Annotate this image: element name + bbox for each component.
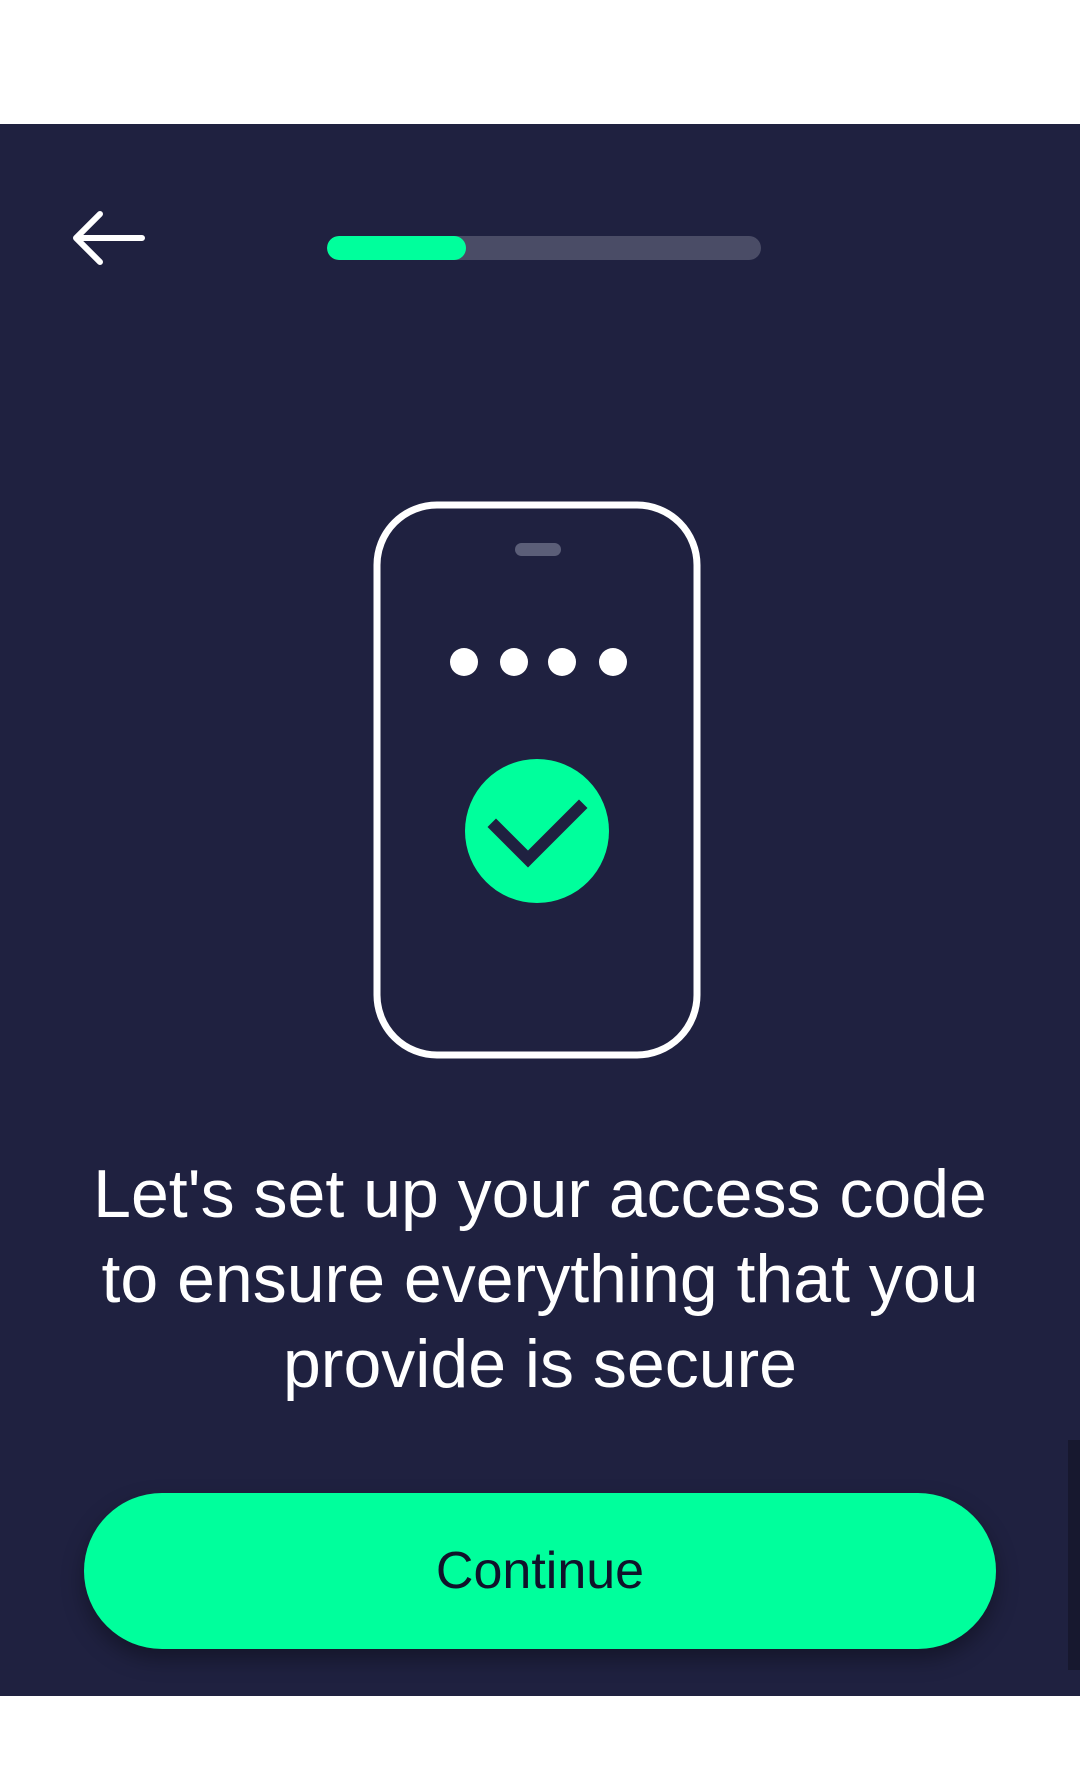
pin-dot	[548, 648, 576, 676]
phone-illustration	[373, 501, 701, 1059]
progress-bar-fill	[327, 236, 466, 260]
progress-bar	[327, 236, 761, 260]
scrollbar	[1068, 1440, 1080, 1670]
check-circle-icon	[465, 759, 609, 903]
pin-dot	[500, 648, 528, 676]
pin-dots	[450, 648, 627, 676]
pin-dot	[599, 648, 627, 676]
continue-button[interactable]: Continue	[84, 1493, 996, 1649]
back-button[interactable]	[60, 198, 156, 278]
setup-message: Let's set up your access code to ensure …	[93, 1156, 987, 1402]
arrow-left-icon	[73, 211, 145, 265]
pin-dot	[450, 648, 478, 676]
phone-speaker	[515, 543, 561, 556]
status-bar-area	[0, 0, 1080, 124]
